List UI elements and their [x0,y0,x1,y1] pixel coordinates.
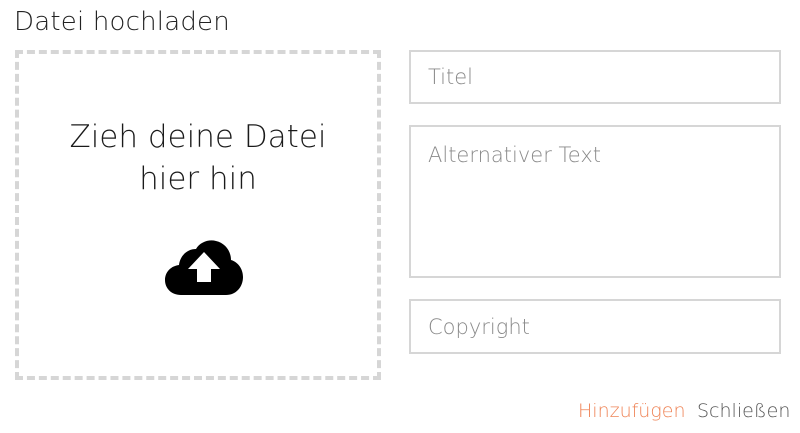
alt-text-input[interactable] [409,125,781,278]
title-input[interactable] [409,50,781,104]
dialog-title: Datei hochladen [14,7,230,37]
dropzone-text: Zieh deine Datei hier hin [69,119,327,197]
close-button[interactable]: Schließen [697,400,790,422]
add-button[interactable]: Hinzufügen [578,400,686,422]
upload-dialog: Datei hochladen Zieh deine Datei hier hi… [0,0,800,433]
file-dropzone[interactable]: Zieh deine Datei hier hin [15,50,381,380]
copyright-input[interactable] [409,299,781,354]
cloud-upload-icon [165,240,243,295]
